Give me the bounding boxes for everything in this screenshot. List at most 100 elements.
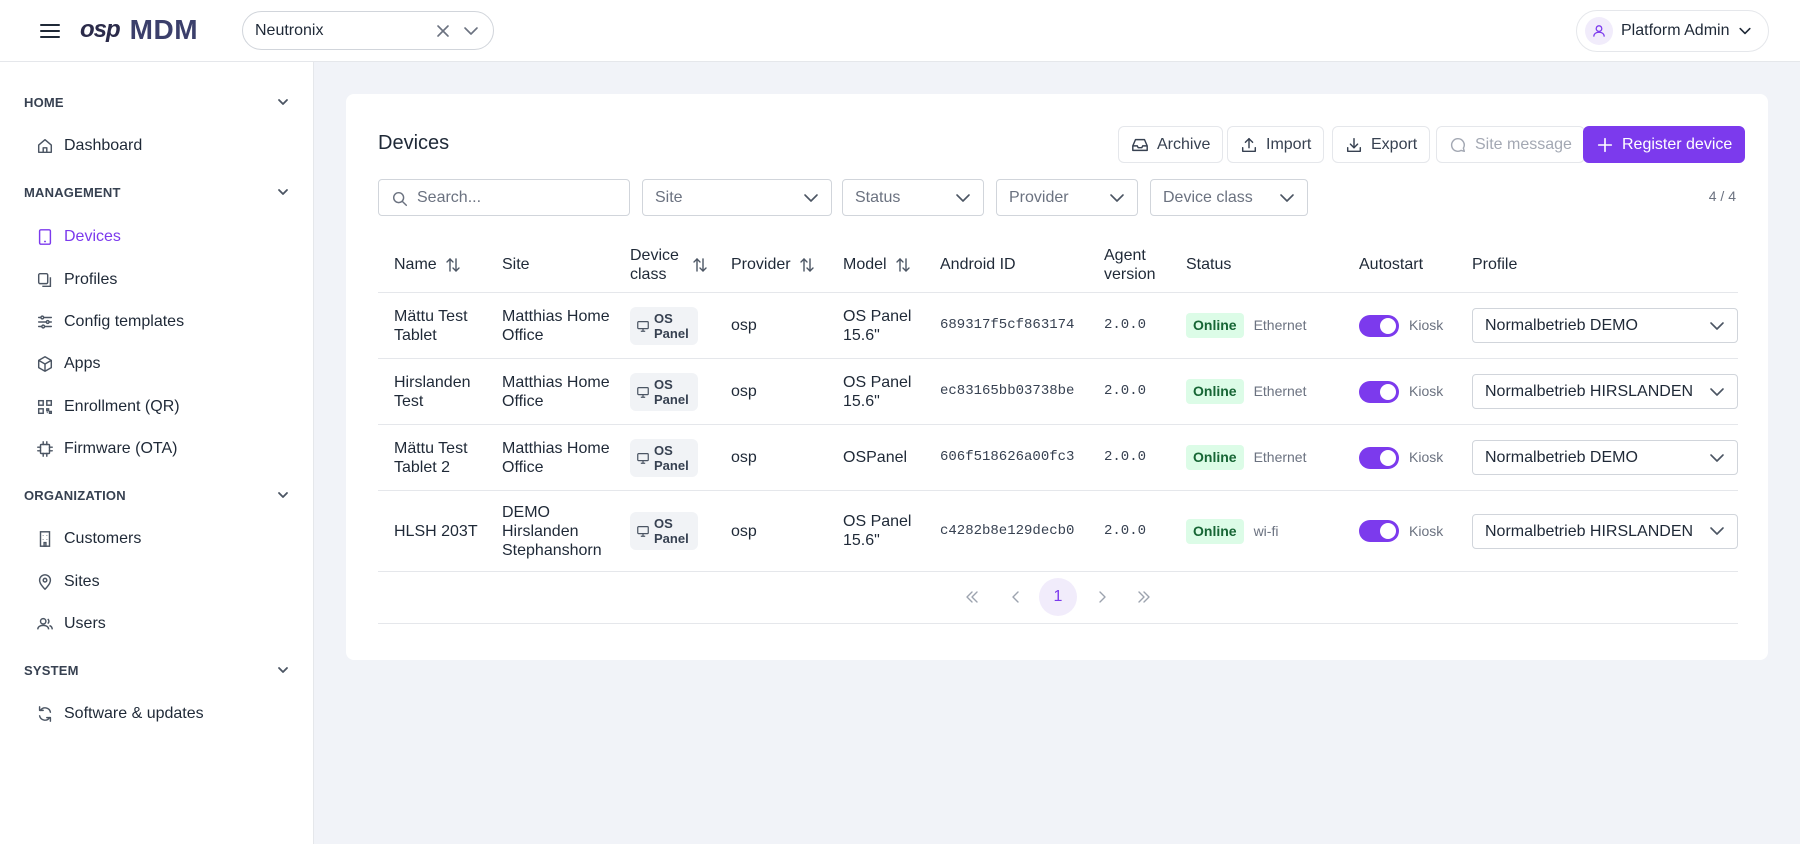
sidebar-item-enrollment[interactable]: Enrollment (QR) [36,392,296,422]
autostart-cell: Kiosk [1359,293,1443,358]
page-title: Devices [378,132,450,154]
sidebar-item-label: Enrollment (QR) [64,398,180,415]
site-filter[interactable]: Site [642,179,832,216]
monitor-icon [636,319,650,333]
search-input[interactable]: Search... [378,179,630,216]
column-header-provider[interactable]: Provider [731,236,815,293]
section-title: SYSTEM [24,662,79,678]
sidebar-section-home[interactable]: HOME [24,91,290,113]
tenant-select[interactable]: Neutronix [242,11,494,50]
autostart-mode: Kiosk [1409,522,1444,539]
status-filter[interactable]: Status [842,179,984,216]
device-site: Matthias Home Office [502,307,610,344]
device-site: Matthias Home Office [502,439,610,476]
profile-select[interactable]: Normalbetrieb DEMO [1472,440,1738,475]
profile-select[interactable]: Normalbetrieb DEMO [1472,308,1738,343]
qr-code-icon [36,398,54,416]
sidebar-item-profiles[interactable]: Profiles [36,265,296,295]
autostart-toggle[interactable] [1359,314,1399,337]
sidebar-item-config-templates[interactable]: Config templates [36,307,296,337]
section-title: ORGANIZATION [24,487,126,503]
search-placeholder: Search... [417,188,482,206]
message-icon [1449,136,1467,154]
autostart-toggle[interactable] [1359,446,1399,469]
page-button-current[interactable]: 1 [1039,578,1077,616]
sidebar-item-software-updates[interactable]: Software & updates [36,699,296,729]
sidebar-item-label: Sites [64,573,100,590]
column-label: Model [843,256,887,273]
chevron-down-icon [276,95,290,109]
toggle-knob [1380,383,1396,400]
export-button[interactable]: Export [1332,126,1431,163]
chevron-down-icon [276,488,290,502]
archive-button[interactable]: Archive [1118,126,1224,163]
autostart-toggle[interactable] [1359,380,1399,403]
import-button[interactable]: Import [1227,126,1325,163]
profile-select[interactable]: Normalbetrieb HIRSLANDEN [1472,513,1738,549]
column-label: Provider [731,256,791,273]
profile-select[interactable]: Normalbetrieb HIRSLANDEN [1472,374,1738,409]
sidebar-item-sites[interactable]: Sites [36,567,296,597]
app-logo[interactable]: osp MDM [80,14,198,46]
first-page-button[interactable] [953,578,991,616]
sidebar-item-dashboard[interactable]: Dashboard [36,131,296,161]
table-row[interactable]: Hirslanden Test Matthias Home Office OS … [378,359,1738,425]
sort-icon[interactable] [799,257,815,273]
sidebar-item-customers[interactable]: Customers [36,524,296,554]
device-name[interactable]: HLSH 203T [394,491,490,571]
device-name[interactable]: Mättu Test Tablet [394,293,490,358]
archive-label: Archive [1157,135,1211,153]
site-filter-label: Site [655,188,683,206]
clear-icon[interactable] [433,21,453,41]
sidebar-section-management[interactable]: MANAGEMENT [24,181,290,203]
chevron-down-icon [955,190,971,206]
connection-type: Ethernet [1253,449,1307,465]
autostart-toggle[interactable] [1359,520,1399,542]
last-page-button[interactable] [1125,578,1163,616]
site-message-button[interactable]: Site message [1436,126,1585,163]
chevron-down-icon [1709,523,1725,539]
status-filter-label: Status [855,188,901,206]
copy-icon [36,271,54,289]
register-device-button[interactable]: Register device [1583,126,1746,163]
sort-icon[interactable] [895,257,911,273]
column-header-model[interactable]: Model [843,236,911,293]
provider-filter[interactable]: Provider [996,179,1138,216]
sidebar-item-devices[interactable]: Devices [36,222,296,252]
sidebar-item-apps[interactable]: Apps [36,349,296,379]
device-android-id: 689317f5cf863174 [940,317,1075,333]
column-header-name[interactable]: Name [394,236,461,293]
device-class-filter[interactable]: Device class [1150,179,1308,216]
next-page-button[interactable] [1083,578,1121,616]
menu-icon[interactable] [38,19,62,43]
column-header-profile: Profile [1472,236,1517,293]
column-label: Status [1186,256,1232,273]
device-name[interactable]: Hirslanden Test [394,359,490,424]
sidebar-section-organization[interactable]: ORGANIZATION [24,484,290,506]
sidebar-item-users[interactable]: Users [36,609,296,639]
sidebar-item-label: Software & updates [64,705,204,722]
device-agent-version: 2.0.0 [1104,383,1147,399]
column-header-device-class[interactable]: Device class [630,236,708,293]
sidebar-item-firmware[interactable]: Firmware (OTA) [36,434,296,464]
column-label: Agent version [1104,246,1156,283]
user-menu-button[interactable]: Platform Admin [1576,10,1769,52]
table-row[interactable]: Mättu Test Tablet 2 Matthias Home Office… [378,425,1738,491]
column-header-status: Status [1186,236,1231,293]
previous-page-button[interactable] [997,578,1035,616]
sidebar-item-label: Customers [64,530,142,547]
chevron-down-icon[interactable] [461,21,481,41]
table-row[interactable]: Mättu Test Tablet Matthias Home Office O… [378,293,1738,359]
autostart-mode: Kiosk [1409,317,1444,333]
sort-icon[interactable] [445,257,461,273]
sort-icon[interactable] [692,257,708,273]
column-label: Name [394,256,437,273]
device-name[interactable]: Mättu Test Tablet 2 [394,425,490,490]
sidebar-section-system[interactable]: SYSTEM [24,659,290,681]
profile-value: Normalbetrieb DEMO [1485,449,1638,466]
provider-filter-label: Provider [1009,188,1069,206]
table-row[interactable]: HLSH 203T DEMO Hirslanden Stephanshorn O… [378,491,1738,572]
profile-cell: Normalbetrieb DEMO [1472,293,1738,358]
device-agent-version: 2.0.0 [1104,449,1147,465]
chevron-down-icon [276,663,290,677]
